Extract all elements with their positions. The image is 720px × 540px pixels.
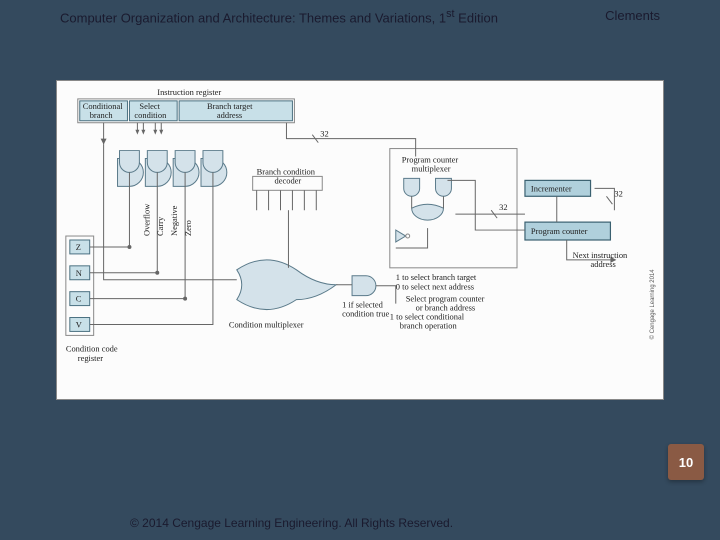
wires-sel	[137, 123, 161, 133]
author: Clements	[605, 8, 660, 25]
pcmux-and-0	[404, 178, 420, 196]
pc-mux: Program countermultiplexer	[402, 154, 459, 173]
inverter	[396, 230, 406, 242]
bus32c: 32	[614, 188, 622, 198]
bus32a: 32	[320, 129, 328, 139]
sel-pc-or-branch: Select program counteror branch address	[406, 294, 485, 313]
flag-c: C	[76, 294, 82, 304]
and3	[203, 151, 223, 173]
sel-cond-branch: 1 to select conditionalbranch operation	[390, 312, 465, 331]
pcmux-or	[412, 204, 444, 220]
pc-subsystem-box	[390, 149, 517, 268]
and1	[147, 151, 167, 173]
book-title: Computer Organization and Architecture: …	[60, 8, 498, 25]
cond-mux-gate	[237, 260, 336, 310]
sel-next-addr: 0 to select next address	[396, 282, 474, 292]
cond-reg: Condition coderegister	[66, 343, 118, 363]
and-after-mux	[352, 276, 376, 296]
page-number: 10	[679, 455, 693, 470]
flagname-neg: Negative	[169, 205, 179, 236]
incrementer: Incrementer	[531, 183, 572, 193]
flag-z: Z	[76, 242, 81, 252]
title-post: Edition	[455, 10, 498, 25]
title-sup: st	[446, 8, 454, 20]
flag-v: V	[76, 319, 82, 329]
decoder-out	[257, 190, 317, 210]
flag-n: N	[76, 268, 82, 278]
cond-mux: Condition multiplexer	[229, 319, 304, 329]
diagram-svg: Instruction register Conditionalbranch S…	[57, 81, 663, 399]
branch-decoder: Branch conditiondecoder	[257, 166, 316, 185]
footer-copyright: © 2014 Cengage Learning Engineering. All…	[0, 516, 720, 530]
flagname-carry: Carry	[155, 216, 165, 236]
flagname-zero: Zero	[183, 220, 193, 236]
title-pre: Computer Organization and Architecture: …	[60, 10, 446, 25]
arrow-cb	[101, 139, 107, 145]
side-copyright: © Cengage Learning 2014	[649, 269, 656, 340]
and0	[120, 151, 140, 173]
diagram: Instruction register Conditionalbranch S…	[56, 80, 664, 400]
page-number-badge: 10	[668, 444, 704, 480]
flagname-ovf: Overflow	[141, 203, 151, 236]
bus32b: 32	[499, 202, 507, 212]
w-v	[90, 172, 213, 324]
sel-branch-target: 1 to select branch target	[396, 272, 477, 282]
pcmux-and-1	[436, 178, 452, 196]
and2	[175, 151, 195, 173]
pc: Program counter	[531, 226, 588, 236]
next-addr: Next instructionaddress	[573, 250, 628, 269]
sel-cond-true: 1 if selectedcondition true	[342, 300, 389, 319]
wire-branch-target	[286, 123, 415, 157]
slide-header: Computer Organization and Architecture: …	[0, 0, 720, 33]
ir-title: Instruction register	[157, 87, 221, 97]
